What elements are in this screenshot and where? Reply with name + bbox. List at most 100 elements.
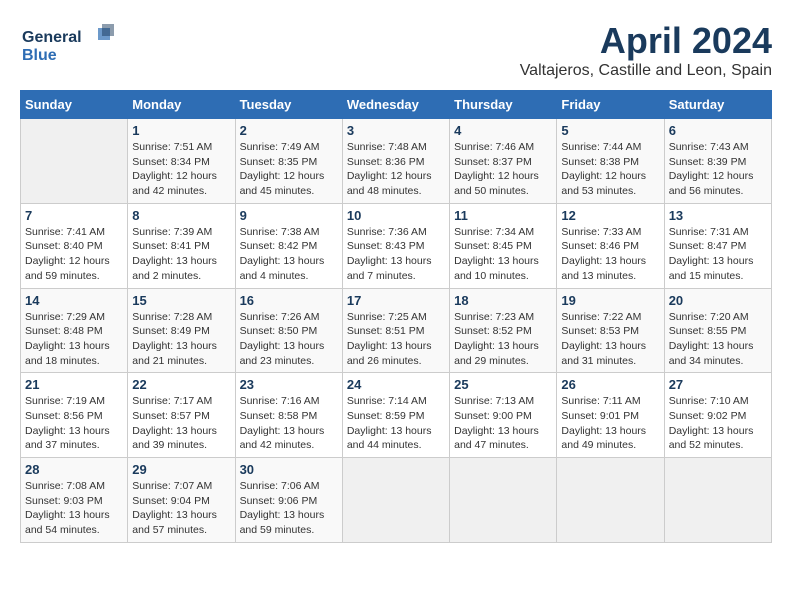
calendar-cell: 13Sunrise: 7:31 AM Sunset: 8:47 PM Dayli… <box>664 203 771 288</box>
day-number: 8 <box>132 208 230 223</box>
day-info: Sunrise: 7:39 AM Sunset: 8:41 PM Dayligh… <box>132 225 230 284</box>
header-row: SundayMondayTuesdayWednesdayThursdayFrid… <box>21 91 772 119</box>
day-info: Sunrise: 7:41 AM Sunset: 8:40 PM Dayligh… <box>25 225 123 284</box>
day-number: 16 <box>240 293 338 308</box>
day-info: Sunrise: 7:44 AM Sunset: 8:38 PM Dayligh… <box>561 140 659 199</box>
calendar-cell: 12 Sunrise: 7:33 AM Sunset: 8:46 PM Dayli… <box>557 203 664 288</box>
day-number: 26 <box>561 377 659 392</box>
calendar-cell: 29Sunrise: 7:07 AM Sunset: 9:04 PM Dayli… <box>128 458 235 543</box>
calendar-cell: 25 Sunrise: 7:13 AM Sunset: 9:00 PM Dayli… <box>450 373 557 458</box>
logo-svg: General Blue <box>20 20 120 70</box>
day-number: 25 <box>454 377 552 392</box>
day-info: Sunrise: 7:19 AM Sunset: 8:56 PM Dayligh… <box>25 394 123 453</box>
calendar-cell: 1Sunrise: 7:51 AM Sunset: 8:34 PM Daylig… <box>128 119 235 204</box>
day-info: Sunrise: 7:06 AM Sunset: 9:06 PM Dayligh… <box>240 479 338 538</box>
calendar-cell <box>342 458 449 543</box>
week-row-3: 14 Sunrise: 7:29 AM Sunset: 8:48 PM Dayli… <box>21 288 772 373</box>
day-number: 5 <box>561 123 659 138</box>
calendar-cell: 27 Sunrise: 7:10 AM Sunset: 9:02 PM Dayli… <box>664 373 771 458</box>
calendar-cell: 2 Sunrise: 7:49 AM Sunset: 8:35 PM Daylig… <box>235 119 342 204</box>
calendar-cell: 26Sunrise: 7:11 AM Sunset: 9:01 PM Dayli… <box>557 373 664 458</box>
day-number: 4 <box>454 123 552 138</box>
header-wednesday: Wednesday <box>342 91 449 119</box>
day-info: Sunrise: 7:07 AM Sunset: 9:04 PM Dayligh… <box>132 479 230 538</box>
day-number: 2 <box>240 123 338 138</box>
svg-text:Blue: Blue <box>22 47 57 64</box>
week-row-5: 28Sunrise: 7:08 AM Sunset: 9:03 PM Dayli… <box>21 458 772 543</box>
calendar-cell: 6 Sunrise: 7:43 AM Sunset: 8:39 PM Daylig… <box>664 119 771 204</box>
day-number: 19 <box>561 293 659 308</box>
title-block: April 2024 Valtajeros, Castille and Leon… <box>520 20 772 80</box>
calendar-cell: 11Sunrise: 7:34 AM Sunset: 8:45 PM Dayli… <box>450 203 557 288</box>
calendar-table: SundayMondayTuesdayWednesdayThursdayFrid… <box>20 90 772 543</box>
day-number: 27 <box>669 377 767 392</box>
day-number: 17 <box>347 293 445 308</box>
day-number: 7 <box>25 208 123 223</box>
day-info: Sunrise: 7:31 AM Sunset: 8:47 PM Dayligh… <box>669 225 767 284</box>
calendar-cell <box>21 119 128 204</box>
header-thursday: Thursday <box>450 91 557 119</box>
day-info: Sunrise: 7:23 AM Sunset: 8:52 PM Dayligh… <box>454 310 552 369</box>
day-info: Sunrise: 7:25 AM Sunset: 8:51 PM Dayligh… <box>347 310 445 369</box>
header-friday: Friday <box>557 91 664 119</box>
header-tuesday: Tuesday <box>235 91 342 119</box>
day-info: Sunrise: 7:36 AM Sunset: 8:43 PM Dayligh… <box>347 225 445 284</box>
header-saturday: Saturday <box>664 91 771 119</box>
day-number: 1 <box>132 123 230 138</box>
day-info: Sunrise: 7:48 AM Sunset: 8:36 PM Dayligh… <box>347 140 445 199</box>
calendar-cell: 14 Sunrise: 7:29 AM Sunset: 8:48 PM Dayli… <box>21 288 128 373</box>
day-number: 10 <box>347 208 445 223</box>
day-number: 18 <box>454 293 552 308</box>
day-info: Sunrise: 7:33 AM Sunset: 8:46 PM Dayligh… <box>561 225 659 284</box>
day-number: 12 <box>561 208 659 223</box>
svg-text:General: General <box>22 29 82 46</box>
day-info: Sunrise: 7:49 AM Sunset: 8:35 PM Dayligh… <box>240 140 338 199</box>
calendar-cell: 8 Sunrise: 7:39 AM Sunset: 8:41 PM Daylig… <box>128 203 235 288</box>
day-info: Sunrise: 7:28 AM Sunset: 8:49 PM Dayligh… <box>132 310 230 369</box>
day-info: Sunrise: 7:22 AM Sunset: 8:53 PM Dayligh… <box>561 310 659 369</box>
header-sunday: Sunday <box>21 91 128 119</box>
day-info: Sunrise: 7:14 AM Sunset: 8:59 PM Dayligh… <box>347 394 445 453</box>
calendar-cell: 21Sunrise: 7:19 AM Sunset: 8:56 PM Dayli… <box>21 373 128 458</box>
calendar-cell: 19 Sunrise: 7:22 AM Sunset: 8:53 PM Dayli… <box>557 288 664 373</box>
calendar-cell: 18 Sunrise: 7:23 AM Sunset: 8:52 PM Dayli… <box>450 288 557 373</box>
day-info: Sunrise: 7:16 AM Sunset: 8:58 PM Dayligh… <box>240 394 338 453</box>
day-number: 9 <box>240 208 338 223</box>
day-number: 20 <box>669 293 767 308</box>
logo: General Blue <box>20 20 120 70</box>
calendar-cell: 10 Sunrise: 7:36 AM Sunset: 8:43 PM Dayli… <box>342 203 449 288</box>
day-info: Sunrise: 7:13 AM Sunset: 9:00 PM Dayligh… <box>454 394 552 453</box>
calendar-cell: 22Sunrise: 7:17 AM Sunset: 8:57 PM Dayli… <box>128 373 235 458</box>
calendar-cell: 24 Sunrise: 7:14 AM Sunset: 8:59 PM Dayli… <box>342 373 449 458</box>
day-number: 23 <box>240 377 338 392</box>
day-info: Sunrise: 7:10 AM Sunset: 9:02 PM Dayligh… <box>669 394 767 453</box>
day-info: Sunrise: 7:20 AM Sunset: 8:55 PM Dayligh… <box>669 310 767 369</box>
day-info: Sunrise: 7:38 AM Sunset: 8:42 PM Dayligh… <box>240 225 338 284</box>
day-number: 6 <box>669 123 767 138</box>
calendar-cell: 23 Sunrise: 7:16 AM Sunset: 8:58 PM Dayli… <box>235 373 342 458</box>
day-number: 3 <box>347 123 445 138</box>
calendar-cell: 28Sunrise: 7:08 AM Sunset: 9:03 PM Dayli… <box>21 458 128 543</box>
day-info: Sunrise: 7:29 AM Sunset: 8:48 PM Dayligh… <box>25 310 123 369</box>
calendar-cell: 16 Sunrise: 7:26 AM Sunset: 8:50 PM Dayli… <box>235 288 342 373</box>
page-header: General Blue April 2024 Valtajeros, Cast… <box>20 20 772 80</box>
week-row-4: 21Sunrise: 7:19 AM Sunset: 8:56 PM Dayli… <box>21 373 772 458</box>
month-title: April 2024 <box>520 20 772 62</box>
calendar-cell: 7 Sunrise: 7:41 AM Sunset: 8:40 PM Daylig… <box>21 203 128 288</box>
calendar-cell: 17 Sunrise: 7:25 AM Sunset: 8:51 PM Dayli… <box>342 288 449 373</box>
day-info: Sunrise: 7:34 AM Sunset: 8:45 PM Dayligh… <box>454 225 552 284</box>
week-row-2: 7 Sunrise: 7:41 AM Sunset: 8:40 PM Daylig… <box>21 203 772 288</box>
calendar-cell: 20 Sunrise: 7:20 AM Sunset: 8:55 PM Dayli… <box>664 288 771 373</box>
day-number: 15 <box>132 293 230 308</box>
day-info: Sunrise: 7:26 AM Sunset: 8:50 PM Dayligh… <box>240 310 338 369</box>
day-number: 22 <box>132 377 230 392</box>
header-monday: Monday <box>128 91 235 119</box>
day-number: 24 <box>347 377 445 392</box>
day-number: 14 <box>25 293 123 308</box>
day-info: Sunrise: 7:43 AM Sunset: 8:39 PM Dayligh… <box>669 140 767 199</box>
calendar-cell: 15 Sunrise: 7:28 AM Sunset: 8:49 PM Dayli… <box>128 288 235 373</box>
week-row-1: 1Sunrise: 7:51 AM Sunset: 8:34 PM Daylig… <box>21 119 772 204</box>
day-number: 30 <box>240 462 338 477</box>
calendar-cell: 5 Sunrise: 7:44 AM Sunset: 8:38 PM Daylig… <box>557 119 664 204</box>
calendar-cell: 4Sunrise: 7:46 AM Sunset: 8:37 PM Daylig… <box>450 119 557 204</box>
